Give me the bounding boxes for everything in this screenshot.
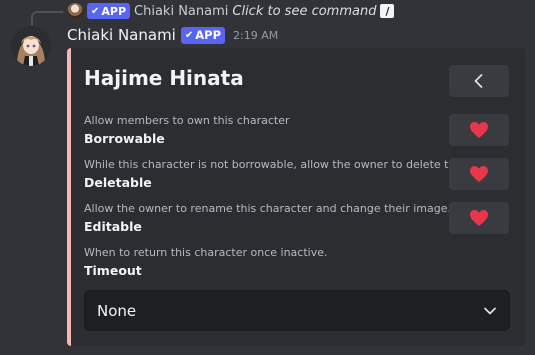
field-editable: Allow the owner to rename this character… [84,202,451,235]
field-description: Allow members to own this character [84,114,290,127]
editable-toggle-button[interactable] [449,202,509,234]
borrowable-toggle-button[interactable] [449,114,509,146]
slash-command-icon: / [380,4,395,18]
timeout-select[interactable]: None [84,290,510,331]
app-badge-label: APP [101,4,127,18]
avatar[interactable] [11,26,51,66]
field-borrowable: Allow members to own this character Borr… [84,114,290,147]
field-description: Allow the owner to rename this character… [84,202,451,215]
app-badge: ✔ APP [180,26,226,44]
embed: Hajime Hinata Allow members to own this … [67,48,525,346]
checkmark-icon: ✔ [91,5,100,17]
deletable-toggle-button[interactable] [449,158,509,190]
checkmark-icon: ✔ [184,29,194,41]
reply-reference[interactable]: ✔ APP Chiaki Nanami Click to see command … [67,2,395,20]
chevron-down-icon [484,307,496,314]
field-name: Borrowable [84,131,165,146]
reply-avatar [67,3,83,19]
heart-icon [470,166,488,182]
select-value: None [97,301,137,320]
heart-icon [470,122,488,138]
field-description: When to return this character once inact… [84,246,328,259]
message-header: Chiaki Nanami ✔ APP 2:19 AM [67,25,278,45]
message-author[interactable]: Chiaki Nanami [67,26,176,44]
field-name: Timeout [84,263,142,278]
message-timestamp: 2:19 AM [233,28,279,42]
back-button[interactable] [449,65,509,97]
avatar-image [11,26,51,66]
reply-connector [31,11,63,27]
heart-icon [470,210,488,226]
embed-accent-bar [67,48,71,346]
field-name: Deletable [84,175,152,190]
field-name: Editable [84,219,142,234]
field-deletable: While this character is not borrowable, … [84,158,468,191]
app-badge-label: APP [195,28,222,42]
field-timeout: When to return this character once inact… [84,246,327,279]
embed-title: Hajime Hinata [84,66,244,90]
reply-command-link[interactable]: Click to see command [232,4,376,19]
chevron-left-icon [474,74,483,88]
field-description: While this character is not borrowable, … [84,158,468,171]
reply-author[interactable]: Chiaki Nanami [134,4,228,19]
app-badge: ✔ APP [87,3,131,19]
